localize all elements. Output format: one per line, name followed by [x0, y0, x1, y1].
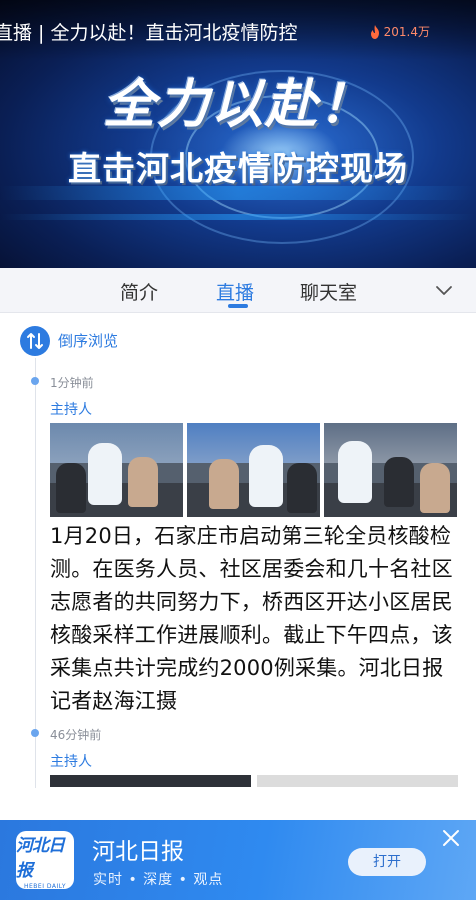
post-photo[interactable] — [50, 423, 183, 517]
post-photo[interactable] — [187, 423, 320, 517]
close-icon[interactable] — [441, 828, 461, 848]
chevron-down-icon[interactable] — [434, 280, 454, 300]
tab-intro[interactable]: 简介 — [120, 278, 158, 305]
logo-wordmark: 河北日报 — [16, 835, 65, 881]
timeline-line — [35, 358, 36, 788]
timeline-dot — [31, 729, 39, 737]
banner-slogan-main: 全力以赴！ — [102, 74, 373, 135]
banner-light-band — [0, 214, 476, 220]
sort-order-label[interactable]: 倒序浏览 — [58, 330, 118, 351]
hebei-daily-logo: 河北日报 HEBEI DAILY — [16, 831, 74, 890]
banner-slogan-sub: 直击河北疫情防控现场 — [68, 149, 408, 188]
tab-live[interactable]: 直播 — [216, 278, 254, 305]
post-photo[interactable] — [257, 775, 458, 787]
ad-slogan: 实时 • 深度 • 观点 — [93, 872, 224, 888]
tab-chat-room[interactable]: 聊天室 — [300, 278, 357, 305]
post-photo[interactable] — [324, 423, 457, 517]
live-title: 直播 | 全力以赴！直击河北疫情防控 — [0, 22, 298, 44]
open-app-button[interactable]: 打开 — [348, 848, 426, 876]
post-photo[interactable] — [50, 775, 251, 787]
view-count: 201.4万 — [369, 23, 430, 40]
sort-arrows-icon — [27, 333, 43, 349]
post-time: 46分钟前 — [50, 728, 102, 742]
ad-app-name: 河北日报 — [92, 839, 184, 865]
live-video-banner[interactable]: 直播 | 全力以赴！直击河北疫情防控 201.4万 全力以赴！ 直击河北疫情防控… — [0, 0, 476, 268]
post-author[interactable]: 主持人 — [50, 399, 92, 419]
sort-order-button[interactable] — [20, 326, 50, 356]
view-count-value: 201.4万 — [383, 25, 430, 39]
app-download-banner[interactable]: 河北日报 HEBEI DAILY 河北日报 实时 • 深度 • 观点 打开 — [0, 820, 476, 900]
post-time: 1分钟前 — [50, 376, 94, 390]
tab-bar: 简介 直播 聊天室 — [0, 268, 476, 313]
fire-icon — [370, 24, 379, 39]
timeline-dot — [31, 377, 39, 385]
logo-subtitle: HEBEI DAILY — [24, 882, 66, 890]
post-author[interactable]: 主持人 — [50, 751, 92, 771]
post-text: 1月20日，石家庄市启动第三轮全员核酸检测。在医务人员、社区居委会和几十名社区志… — [50, 524, 453, 713]
active-tab-indicator — [228, 304, 248, 308]
